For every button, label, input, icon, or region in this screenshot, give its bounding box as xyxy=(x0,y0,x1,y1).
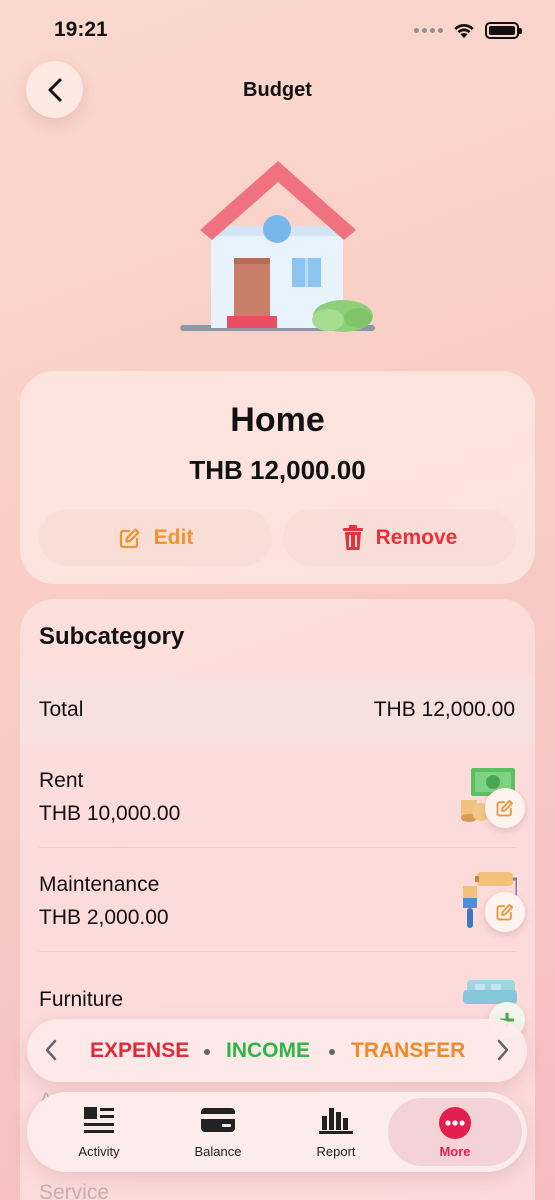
expense-tab[interactable]: EXPENSE xyxy=(90,1039,189,1063)
transfer-tab[interactable]: TRANSFER xyxy=(351,1039,465,1063)
tab-more[interactable]: More xyxy=(388,1098,522,1166)
bar-chart-icon xyxy=(319,1108,353,1134)
wifi-icon xyxy=(454,23,474,38)
status-time: 19:21 xyxy=(54,18,108,41)
battery-icon xyxy=(485,22,522,39)
category-name: Home xyxy=(230,401,325,439)
bottom-tab-bar: Activity Balance Report More xyxy=(27,1092,527,1172)
edit-button[interactable]: Edit xyxy=(39,509,272,566)
tab-activity[interactable]: Activity xyxy=(40,1092,158,1172)
trash-icon xyxy=(342,524,363,550)
subcategory-name: Rent xyxy=(39,769,84,792)
activity-icon xyxy=(84,1107,114,1133)
category-summary-card: Home THB 12,000.00 Edit Remove xyxy=(20,371,535,584)
edit-icon xyxy=(496,800,513,817)
edit-icon xyxy=(496,904,513,921)
remove-button[interactable]: Remove xyxy=(283,509,516,566)
tab-balance[interactable]: Balance xyxy=(159,1092,277,1172)
more-icon xyxy=(439,1107,471,1139)
tab-label: Activity xyxy=(78,1144,120,1159)
remove-label: Remove xyxy=(375,525,458,549)
income-tab[interactable]: INCOME xyxy=(226,1039,310,1063)
tab-label: Report xyxy=(316,1144,356,1159)
subcategory-row-rent[interactable]: Rent THB 10,000.00 xyxy=(20,744,535,848)
subcategory-amount: THB 2,000.00 xyxy=(39,906,169,929)
subcategory-name: Furniture xyxy=(39,988,124,1011)
total-row: Total THB 12,000.00 xyxy=(20,677,535,744)
edit-subcategory-button[interactable] xyxy=(485,788,525,828)
separator-dot xyxy=(204,1049,210,1055)
tab-label: More xyxy=(439,1144,471,1159)
total-value: THB 12,000.00 xyxy=(373,698,515,721)
subcategory-title: Subcategory xyxy=(39,623,185,650)
house-icon xyxy=(180,161,375,332)
signal-icon xyxy=(414,28,443,33)
subcategory-name: Maintenance xyxy=(39,873,160,896)
status-bar: 19:21 xyxy=(0,0,555,60)
edit-subcategory-button[interactable] xyxy=(485,892,525,932)
subcategory-amount: THB 10,000.00 xyxy=(39,802,181,825)
edit-label: Edit xyxy=(153,525,194,549)
separator-dot xyxy=(329,1049,335,1055)
tab-label: Balance xyxy=(194,1144,242,1159)
tab-report[interactable]: Report xyxy=(277,1092,395,1172)
page-title: Budget xyxy=(243,79,312,101)
wallet-card-icon xyxy=(201,1108,235,1132)
total-label: Total xyxy=(39,698,84,721)
status-icons xyxy=(414,22,522,39)
subcategory-row-maintenance[interactable]: Maintenance THB 2,000.00 xyxy=(20,848,535,952)
subcategory-name-faded: Service xyxy=(39,1181,110,1200)
edit-icon xyxy=(119,527,140,548)
transaction-type-switcher: EXPENSE INCOME TRANSFER xyxy=(27,1019,527,1082)
chevron-right-icon[interactable] xyxy=(496,1038,510,1062)
category-amount: THB 12,000.00 xyxy=(189,455,366,485)
chevron-left-icon[interactable] xyxy=(44,1038,58,1062)
